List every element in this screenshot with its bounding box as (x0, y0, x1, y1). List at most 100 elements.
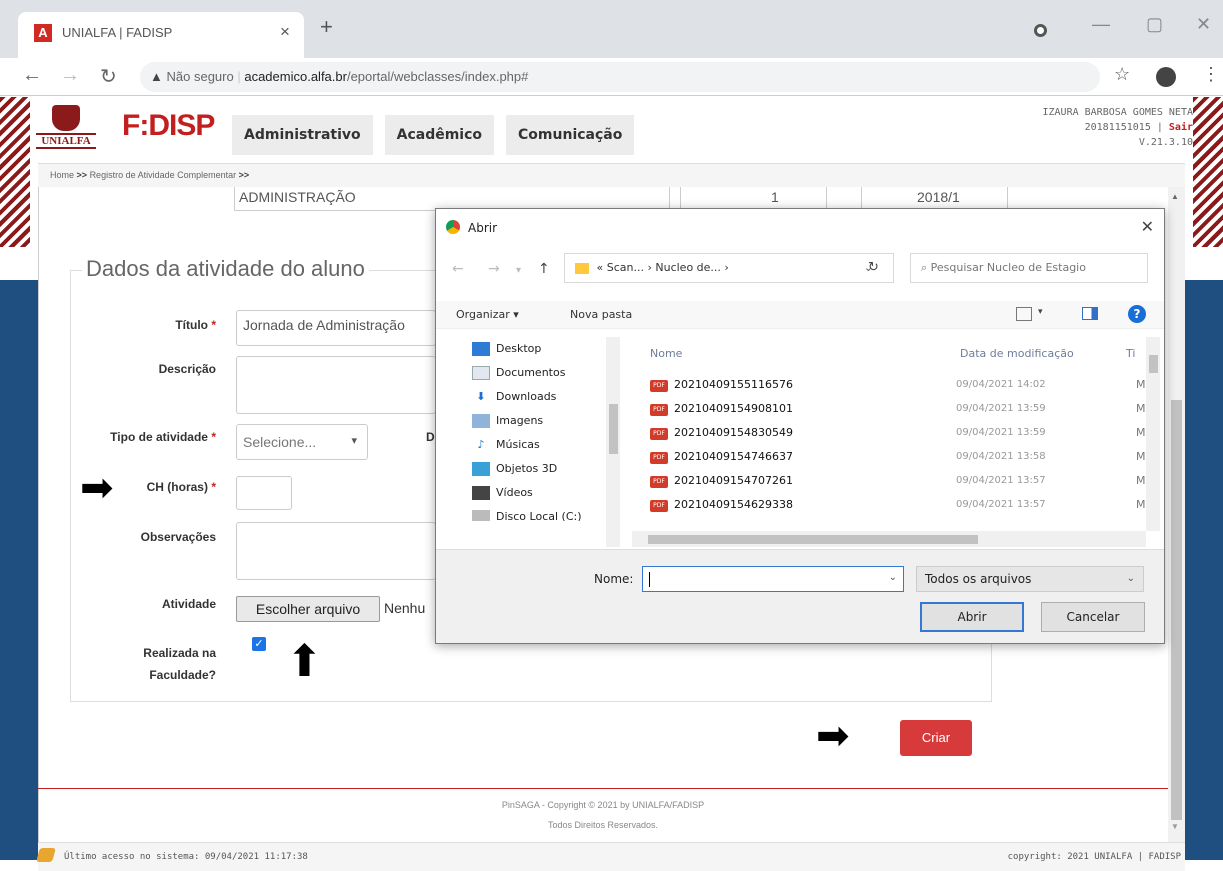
cancel-button[interactable]: Cancelar (1041, 602, 1145, 632)
chevron-down-icon[interactable]: ⌄ (889, 572, 897, 583)
record-icon[interactable] (1034, 24, 1047, 37)
file-name-input[interactable]: ⌄ (642, 566, 904, 592)
choose-file-button[interactable]: Escolher arquivo (236, 596, 380, 622)
chrome-icon (446, 220, 460, 234)
window-close-icon[interactable]: ✕ (1196, 14, 1211, 35)
nav-administrativo[interactable]: Administrativo (232, 115, 373, 155)
nav-desktop[interactable]: Desktop (472, 337, 541, 361)
dialog-forward-icon[interactable]: → (488, 261, 500, 277)
pdf-icon: PDF (650, 428, 668, 440)
forward-icon[interactable]: → (60, 64, 80, 87)
file-row[interactable]: PDF 20210409154746637 09/04/2021 13:58 M (646, 445, 1146, 469)
top-nav: Administrativo Acadêmico Comunicação (232, 115, 635, 155)
ch-input[interactable] (236, 476, 292, 510)
minimize-icon[interactable]: — (1092, 14, 1110, 35)
page-scrollbar-thumb[interactable] (1171, 400, 1182, 820)
pdf-icon: PDF (650, 404, 668, 416)
nav-videos[interactable]: Vídeos (472, 481, 533, 505)
view-chevron-icon[interactable]: ▾ (1038, 307, 1043, 317)
file-row[interactable]: PDF 20210409154908101 09/04/2021 13:59 M (646, 397, 1146, 421)
file-row[interactable]: PDF 20210409155116576 09/04/2021 14:02 M (646, 373, 1146, 397)
decorative-stripes-right (1193, 97, 1223, 247)
logout-link[interactable]: Sair (1169, 122, 1193, 133)
dialog-recent-icon[interactable]: ▾ (516, 265, 521, 276)
file-row[interactable]: PDF 20210409154629338 09/04/2021 13:57 M (646, 493, 1146, 517)
realizada-checkbox[interactable]: ✓ (252, 637, 266, 651)
last-access: Último acesso no sistema: 09/04/2021 11:… (64, 852, 308, 862)
dialog-up-icon[interactable]: ↑ (538, 261, 550, 277)
dialog-path-bar[interactable]: « Scan... › Nucleo de... › ⌄ (564, 253, 894, 283)
nav-pane-scrollbar-thumb[interactable] (609, 404, 618, 454)
annotation-arrow-up-icon: ⬆ (286, 637, 323, 686)
folder-icon (575, 262, 589, 274)
tipo-select[interactable]: Selecione... ▾ (236, 424, 368, 460)
breadcrumb-current[interactable]: Registro de Atividade Complementar (90, 170, 237, 180)
reload-icon[interactable]: ↻ (100, 64, 117, 89)
chevron-down-icon: ▾ (351, 435, 357, 447)
nav-comunicacao[interactable]: Comunicação (506, 115, 635, 155)
descricao-textarea[interactable] (236, 356, 436, 414)
url-field[interactable]: ▲ Não seguro | academico.alfa.br/eportal… (140, 62, 1100, 92)
open-button[interactable]: Abrir (920, 602, 1024, 632)
profile-icon[interactable] (1156, 67, 1176, 87)
help-icon[interactable]: ? (1128, 305, 1146, 323)
scroll-up-icon[interactable]: ▲ (1171, 192, 1179, 201)
criar-button[interactable]: Criar (900, 720, 972, 756)
warning-icon: ▲ (150, 69, 163, 84)
dialog-toolbar: Organizar ▾ Nova pasta ▾ ? (436, 301, 1164, 329)
dialog-refresh-icon[interactable]: ↻ (868, 260, 879, 275)
breadcrumb: Home >> Registro de Atividade Complement… (38, 163, 1185, 187)
back-icon[interactable]: ← (22, 64, 42, 87)
dialog-back-icon[interactable]: ← (452, 261, 464, 277)
favicon-icon: A (34, 24, 52, 42)
pdf-icon: PDF (650, 452, 668, 464)
dialog-close-icon[interactable]: ✕ (1141, 217, 1154, 236)
breadcrumb-home[interactable]: Home (50, 170, 74, 180)
dialog-search-input[interactable]: ⌕ Pesquisar Nucleo de Estagio (910, 253, 1148, 283)
descricao-label: Descrição (158, 362, 216, 376)
address-bar: ← → ↻ ▲ Não seguro | academico.alfa.br/e… (0, 58, 1223, 96)
nav-downloads[interactable]: ⬇ Downloads (472, 385, 556, 409)
tab-close-icon[interactable]: × (280, 22, 290, 42)
preview-pane-icon[interactable] (1082, 307, 1098, 320)
nav-disco-local[interactable]: Disco Local (C:) (472, 505, 582, 521)
col-header-type[interactable]: Ti (1126, 347, 1135, 360)
titulo-input[interactable]: Jornada de Administração (236, 310, 436, 346)
nav-academico[interactable]: Acadêmico (384, 115, 495, 155)
bookmark-star-icon[interactable]: ☆ (1114, 64, 1130, 85)
decorative-stripes-left (0, 97, 30, 247)
browser-tab[interactable]: A UNIALFA | FADISP × (18, 12, 304, 58)
atividade-label: Atividade (161, 597, 216, 611)
tab-title: UNIALFA | FADISP (62, 25, 173, 40)
organizar-menu[interactable]: Organizar ▾ (456, 308, 519, 321)
col-header-name[interactable]: Nome (650, 347, 682, 360)
file-row[interactable]: PDF 20210409154830549 09/04/2021 13:59 M (646, 421, 1146, 445)
shield-icon (52, 105, 80, 131)
browser-menu-icon[interactable]: ⋮ (1202, 64, 1220, 85)
footer-divider (38, 788, 1168, 789)
dialog-title: Abrir (468, 221, 498, 235)
new-tab-icon[interactable]: + (320, 16, 333, 38)
nav-imagens[interactable]: Imagens (472, 409, 543, 433)
file-list-vscrollbar-thumb[interactable] (1149, 355, 1158, 373)
col-header-date[interactable]: Data de modificação (960, 347, 1074, 360)
nav-objetos-3d[interactable]: Objetos 3D (472, 457, 557, 481)
file-row[interactable]: PDF 20210409154707261 09/04/2021 13:57 M (646, 469, 1146, 493)
view-icon[interactable] (1016, 307, 1032, 321)
nav-musicas[interactable]: ♪ Músicas (472, 433, 539, 457)
unialfa-logo: UNIALFA (36, 105, 96, 155)
file-type-select[interactable]: Todos os arquivos ⌄ (916, 566, 1144, 592)
file-list-hscrollbar-thumb[interactable] (648, 535, 978, 544)
pdf-icon: PDF (650, 476, 668, 488)
side-band-left (0, 280, 38, 860)
pencil-icon (36, 848, 56, 862)
path-segment-scan[interactable]: Scan... (607, 261, 644, 274)
nav-documentos[interactable]: Documentos (472, 361, 565, 385)
path-segment-nucleo[interactable]: Nucleo de... (655, 261, 721, 274)
chevron-down-icon: ⌄ (1126, 573, 1135, 584)
maximize-icon[interactable]: ▢ (1146, 14, 1163, 35)
observacoes-textarea[interactable] (236, 522, 436, 580)
scroll-down-icon[interactable]: ▼ (1171, 822, 1179, 831)
side-band-right (1185, 280, 1223, 860)
nova-pasta-button[interactable]: Nova pasta (570, 308, 632, 321)
